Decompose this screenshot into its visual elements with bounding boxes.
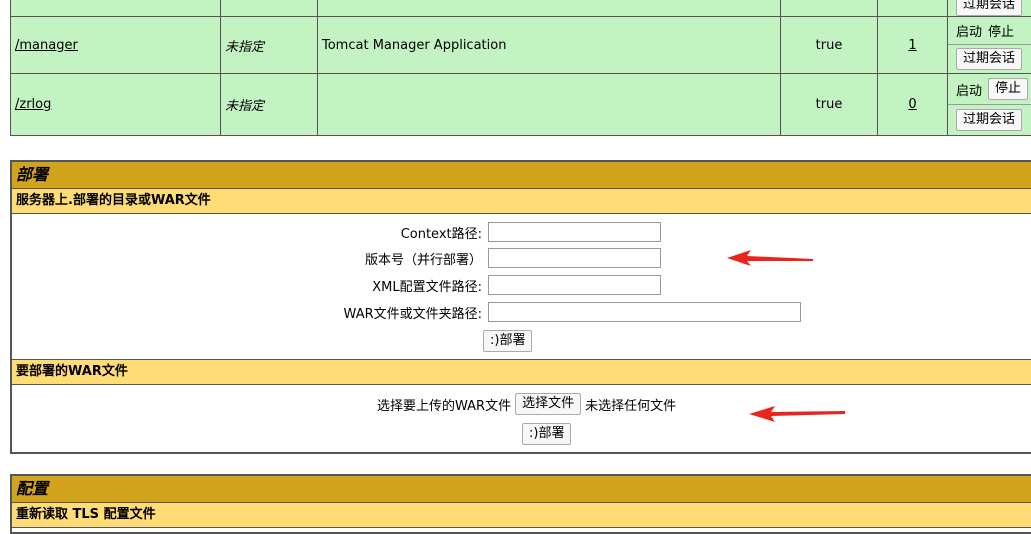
upload-war-section: 选择要上传的WAR文件 选择文件 未选择任何文件 :)部署 <box>12 385 1031 451</box>
no-file-text: 未选择任何文件 <box>585 395 676 414</box>
expire-sessions-button[interactable]: 过期会话 <box>956 109 1022 131</box>
app-sessions: 1 <box>878 17 948 74</box>
config-panel: 配置 重新读取 TLS 配置文件 <box>10 474 1031 534</box>
table-row: /zrlog 未指定 true 0 启动 停止 过期会话 <box>11 74 1031 136</box>
war-path-input[interactable] <box>488 302 801 322</box>
stop-button[interactable]: 停止 <box>988 21 1014 40</box>
app-running: true <box>781 74 878 136</box>
app-version: 未指定 <box>221 17 318 74</box>
applications-table: 过期会话 /manager 未指定 Tomcat Manager Applica… <box>10 0 1031 136</box>
server-deploy-header: 服务器上.部署的目录或WAR文件 <box>12 189 1031 214</box>
app-version: 未指定 <box>221 74 318 136</box>
app-sessions: 0 <box>878 74 948 136</box>
app-path <box>11 0 221 17</box>
upload-war-header: 要部署的WAR文件 <box>12 360 1031 385</box>
sessions-link[interactable]: 1 <box>908 38 916 53</box>
app-running <box>781 0 878 17</box>
config-title: 配置 <box>12 476 1031 503</box>
app-path-link[interactable]: /zrlog <box>15 97 51 112</box>
app-display-name <box>318 74 781 136</box>
tls-reload-header: 重新读取 TLS 配置文件 <box>12 503 1031 528</box>
app-running: true <box>781 17 878 74</box>
app-commands: 启动 停止 过期会话 <box>948 74 1031 136</box>
app-path: /zrlog <box>11 74 221 136</box>
deploy-button[interactable]: :)部署 <box>483 330 532 352</box>
app-version <box>221 0 318 17</box>
app-commands: 启动 停止 过期会话 <box>948 17 1031 74</box>
context-path-input[interactable] <box>488 222 661 242</box>
xml-config-input[interactable] <box>488 275 661 295</box>
deploy-panel: 部署 服务器上.部署的目录或WAR文件 Context路径: 版本号（并行部署）… <box>10 160 1031 454</box>
app-display-name <box>318 0 781 17</box>
choose-file-button[interactable]: 选择文件 <box>515 393 581 415</box>
upload-deploy-button[interactable]: :)部署 <box>522 423 571 445</box>
start-button[interactable]: 启动 <box>956 21 982 40</box>
deploy-title: 部署 <box>12 162 1031 189</box>
context-label: Context路径: <box>322 223 482 242</box>
stop-button[interactable]: 停止 <box>988 78 1028 100</box>
app-sessions <box>878 0 948 17</box>
expire-sessions-button[interactable]: 过期会话 <box>956 48 1022 70</box>
upload-label: 选择要上传的WAR文件 <box>377 395 511 414</box>
xml-config-label: XML配置文件路径: <box>322 276 482 295</box>
version-label: 版本号（并行部署） <box>322 249 482 268</box>
start-button[interactable]: 启动 <box>956 80 982 99</box>
server-deploy-section: Context路径: 版本号（并行部署） XML配置文件路径: WAR文件或文件… <box>12 214 1031 360</box>
expire-sessions-button[interactable]: 过期会话 <box>956 0 1022 16</box>
app-display-name: Tomcat Manager Application <box>318 17 781 74</box>
war-path-label: WAR文件或文件夹路径: <box>322 303 482 322</box>
app-commands: 过期会话 <box>948 0 1031 17</box>
red-arrow-icon <box>727 248 817 268</box>
version-input[interactable] <box>488 248 661 268</box>
table-row: /manager 未指定 Tomcat Manager Application … <box>11 17 1031 74</box>
app-path: /manager <box>11 17 221 74</box>
table-row: 过期会话 <box>11 0 1031 17</box>
sessions-link[interactable]: 0 <box>908 97 916 112</box>
red-arrow-icon <box>749 404 849 424</box>
app-path-link[interactable]: /manager <box>15 38 78 53</box>
